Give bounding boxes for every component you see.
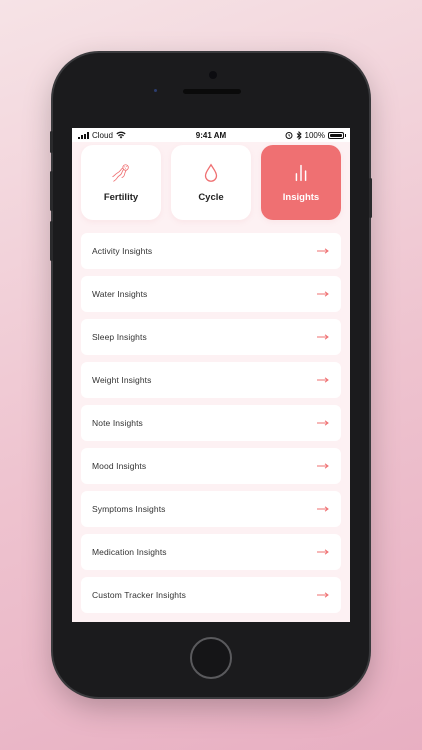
list-item-label: Water Insights	[92, 289, 148, 299]
arrow-right-icon	[317, 549, 329, 555]
bluetooth-icon	[296, 130, 302, 140]
tab-label-fertility: Fertility	[103, 192, 139, 203]
tab-fertility[interactable]: Fertility	[81, 145, 161, 220]
list-item-custom-tracker-insights[interactable]: Custom Tracker Insights	[81, 577, 341, 613]
carrier-label: Cloud	[92, 130, 113, 140]
volume-down-button	[50, 221, 53, 261]
list-item-mood-insights[interactable]: Mood Insights	[81, 448, 341, 484]
earpiece-speaker	[183, 89, 241, 94]
list-item-label: Weight Insights	[92, 375, 152, 385]
alarm-icon	[285, 132, 293, 139]
arrow-right-icon	[317, 334, 329, 340]
drop-icon	[204, 163, 218, 182]
arrow-right-icon	[317, 506, 329, 512]
list-item-label: Mood Insights	[92, 461, 147, 471]
arrow-right-icon	[317, 420, 329, 426]
tab-insights[interactable]: Insights	[261, 145, 341, 220]
phone-frame: Cloud 9:41 AM 100% Fertility Cycle Insig…	[50, 53, 372, 697]
battery-icon	[328, 131, 346, 139]
arrow-right-icon	[317, 463, 329, 469]
list-item-activity-insights[interactable]: Activity Insights	[81, 233, 341, 269]
list-item-note-insights[interactable]: Note Insights	[81, 405, 341, 441]
tab-cycle[interactable]: Cycle	[171, 145, 251, 220]
category-tabs: Fertility Cycle Insights	[72, 142, 350, 220]
tab-label-cycle: Cycle	[198, 192, 224, 203]
app-screen: Cloud 9:41 AM 100% Fertility Cycle Insig…	[72, 128, 350, 622]
list-item-weight-insights[interactable]: Weight Insights	[81, 362, 341, 398]
bar-chart-icon	[295, 164, 307, 182]
list-item-symptoms-insights[interactable]: Symptoms Insights	[81, 491, 341, 527]
home-button[interactable]	[190, 637, 232, 679]
front-camera	[209, 71, 217, 79]
power-button	[369, 178, 372, 218]
list-item-label: Medication Insights	[92, 547, 167, 557]
signal-icon	[78, 131, 89, 139]
list-item-sleep-insights[interactable]: Sleep Insights	[81, 319, 341, 355]
list-item-label: Symptoms Insights	[92, 504, 166, 514]
battery-percent: 100%	[304, 130, 325, 140]
tab-label-insights: Insights	[282, 192, 320, 203]
list-item-label: Sleep Insights	[92, 332, 147, 342]
list-item-medication-insights[interactable]: Medication Insights	[81, 534, 341, 570]
volume-up-button	[50, 171, 53, 211]
insights-list: Activity Insights Water Insights Sleep I…	[72, 220, 350, 613]
arrow-right-icon	[317, 291, 329, 297]
list-item-label: Note Insights	[92, 418, 143, 428]
mute-switch	[50, 131, 53, 153]
status-bar: Cloud 9:41 AM 100%	[72, 128, 350, 142]
list-item-label: Activity Insights	[92, 246, 153, 256]
list-item-water-insights[interactable]: Water Insights	[81, 276, 341, 312]
arrow-right-icon	[317, 592, 329, 598]
arrow-right-icon	[317, 248, 329, 254]
wifi-icon	[116, 131, 126, 139]
sperm-icon	[112, 164, 129, 182]
list-item-label: Custom Tracker Insights	[92, 590, 186, 600]
arrow-right-icon	[317, 377, 329, 383]
proximity-sensor	[154, 89, 157, 92]
